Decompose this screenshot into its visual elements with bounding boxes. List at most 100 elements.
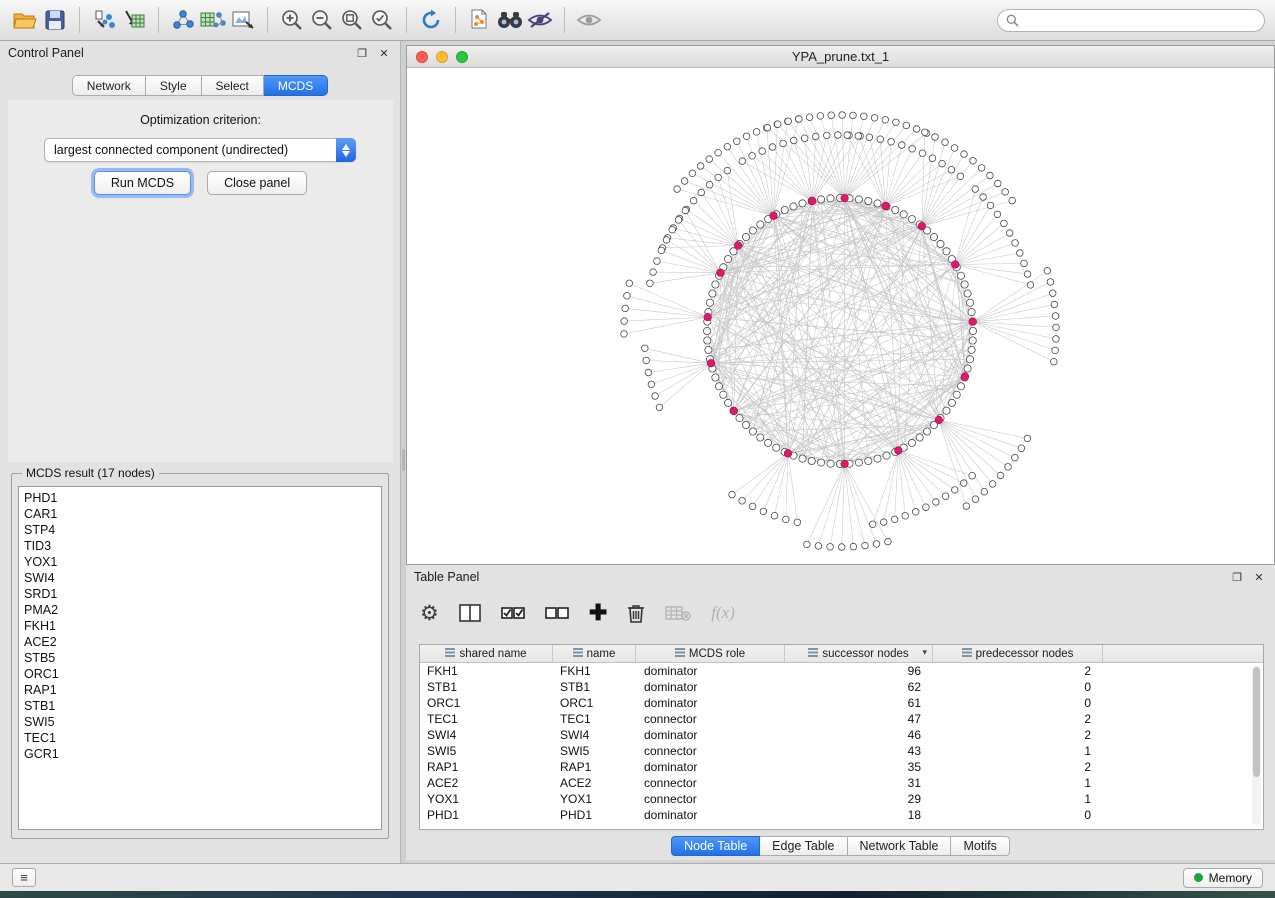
table-row[interactable]: STB1STB1dominator620 xyxy=(420,679,1263,695)
table-row[interactable]: ORC1ORC1dominator610 xyxy=(420,695,1263,711)
new-network-icon[interactable] xyxy=(168,5,198,35)
zoom-selected-icon[interactable] xyxy=(367,5,397,35)
mcds-result-item[interactable]: TID3 xyxy=(24,538,381,554)
mcds-result-item[interactable]: PHD1 xyxy=(24,490,381,506)
table-cell: 62 xyxy=(785,679,933,695)
column-header-successor-nodes[interactable]: successor nodes ▾ xyxy=(785,645,933,662)
mcds-result-item[interactable]: SWI4 xyxy=(24,570,381,586)
mcds-result-item[interactable]: ORC1 xyxy=(24,666,381,682)
column-header-label: shared name xyxy=(459,648,526,660)
delete-column-icon[interactable] xyxy=(627,599,645,627)
refresh-icon[interactable] xyxy=(416,5,446,35)
table-row[interactable]: YOX1YOX1connector291 xyxy=(420,791,1263,807)
mcds-result-item[interactable]: SRD1 xyxy=(24,586,381,602)
mcds-result-item[interactable]: TEC1 xyxy=(24,730,381,746)
clone-network-icon[interactable] xyxy=(465,5,495,35)
memory-button[interactable]: Memory xyxy=(1183,868,1263,888)
open-file-icon[interactable] xyxy=(10,5,40,35)
table-row[interactable]: SWI4SWI4dominator462 xyxy=(420,727,1263,743)
table-cell: 35 xyxy=(785,759,933,775)
tab-style[interactable]: Style xyxy=(146,75,202,96)
close-table-panel-icon[interactable]: ✕ xyxy=(1251,569,1267,585)
network-window-titlebar[interactable]: YPA_prune.txt_1 xyxy=(407,46,1274,68)
table-scrollbar[interactable] xyxy=(1252,665,1261,825)
mcds-result-item[interactable]: SWI5 xyxy=(24,714,381,730)
memory-status-dot xyxy=(1194,873,1203,882)
table-row[interactable]: TEC1TEC1connector472 xyxy=(420,711,1263,727)
network-workspace: YPA_prune.txt_1 Table Panel ❐ ✕ ⚙ xyxy=(406,41,1275,863)
table-cell: 0 xyxy=(933,807,1103,823)
mcds-result-item[interactable]: RAP1 xyxy=(24,682,381,698)
mcds-result-item[interactable]: STB5 xyxy=(24,650,381,666)
mcds-result-group-title: MCDS result (17 nodes) xyxy=(22,466,159,480)
table-cell: 43 xyxy=(785,743,933,759)
network-canvas[interactable] xyxy=(407,68,1274,564)
tab-network[interactable]: Network xyxy=(72,75,146,96)
mcds-result-item[interactable]: FKH1 xyxy=(24,618,381,634)
float-panel-icon[interactable]: ❐ xyxy=(354,45,370,61)
mcds-result-item[interactable]: STP4 xyxy=(24,522,381,538)
show-columns-icon[interactable] xyxy=(459,599,481,627)
tab-edge-table[interactable]: Edge Table xyxy=(760,836,847,856)
tab-network-table[interactable]: Network Table xyxy=(848,836,952,856)
mcds-result-list[interactable]: PHD1CAR1STP4TID3YOX1SWI4SRD1PMA2FKH1ACE2… xyxy=(18,486,382,830)
column-header-label: successor nodes xyxy=(822,648,908,660)
table-row[interactable]: FKH1FKH1dominator962 xyxy=(420,663,1263,679)
search-network-icon[interactable] xyxy=(495,5,525,35)
mcds-result-item[interactable]: STB1 xyxy=(24,698,381,714)
scrollbar-thumb[interactable] xyxy=(1253,667,1260,777)
dropdown-stepper-icon xyxy=(336,138,356,162)
tab-mcds[interactable]: MCDS xyxy=(264,75,328,96)
import-table-icon[interactable] xyxy=(119,5,149,35)
zoom-in-icon[interactable] xyxy=(277,5,307,35)
mcds-tab-content: Optimization criterion: largest connecte… xyxy=(8,100,393,462)
mcds-result-item[interactable]: GCR1 xyxy=(24,746,381,762)
mcds-result-item[interactable]: YOX1 xyxy=(24,554,381,570)
sort-chevron-icon[interactable]: ▾ xyxy=(922,647,927,658)
column-header-MCDS-role[interactable]: MCDS role xyxy=(636,645,785,662)
table-settings-gear-icon[interactable]: ⚙ xyxy=(420,599,439,627)
tab-motifs[interactable]: Motifs xyxy=(951,836,1009,856)
show-all-icon xyxy=(574,5,604,35)
mcds-result-item[interactable]: CAR1 xyxy=(24,506,381,522)
table-panel-title: Table Panel xyxy=(414,570,1223,584)
criterion-dropdown[interactable]: largest connected component (undirected) xyxy=(44,138,356,162)
table-cell: 2 xyxy=(933,663,1103,679)
mcds-result-item[interactable]: ACE2 xyxy=(24,634,381,650)
table-row[interactable]: RAP1RAP1dominator352 xyxy=(420,759,1263,775)
column-header-name[interactable]: name xyxy=(553,645,636,662)
import-network-icon[interactable] xyxy=(89,5,119,35)
table-cell: dominator xyxy=(636,807,785,823)
zoom-fit-icon[interactable] xyxy=(337,5,367,35)
tab-select[interactable]: Select xyxy=(202,75,264,96)
status-menu-icon[interactable]: ≡ xyxy=(12,868,36,887)
table-row[interactable]: PHD1PHD1dominator180 xyxy=(420,807,1263,823)
network-from-table-icon[interactable] xyxy=(198,5,228,35)
column-header-shared-name[interactable]: shared name xyxy=(420,645,553,662)
table-row[interactable]: SWI5SWI5connector431 xyxy=(420,743,1263,759)
run-mcds-button[interactable]: Run MCDS xyxy=(94,171,191,195)
deselect-all-rows-icon[interactable] xyxy=(545,599,569,627)
column-header-predecessor-nodes[interactable]: predecessor nodes xyxy=(933,645,1103,662)
table-cell: SWI4 xyxy=(420,727,553,743)
add-column-icon[interactable]: ✚ xyxy=(589,599,607,627)
hide-selected-icon[interactable] xyxy=(525,5,555,35)
table-row[interactable]: ACE2ACE2connector311 xyxy=(420,775,1263,791)
save-session-icon[interactable] xyxy=(40,5,70,35)
mcds-result-item[interactable]: PMA2 xyxy=(24,602,381,618)
zoom-out-icon[interactable] xyxy=(307,5,337,35)
desktop-background-strip xyxy=(0,891,1275,898)
export-image-icon[interactable] xyxy=(228,5,258,35)
close-panel-icon[interactable]: ✕ xyxy=(376,45,392,61)
select-all-rows-icon[interactable] xyxy=(501,599,525,627)
search-input[interactable] xyxy=(1024,13,1256,27)
tab-node-table[interactable]: Node Table xyxy=(671,836,760,856)
close-panel-button[interactable]: Close panel xyxy=(207,171,307,195)
float-table-panel-icon[interactable]: ❐ xyxy=(1229,569,1245,585)
network-nodes[interactable] xyxy=(621,112,1060,551)
table-cell: RAP1 xyxy=(420,759,553,775)
table-cell: 96 xyxy=(785,663,933,679)
toolbar-separator xyxy=(267,7,268,33)
table-cell: PHD1 xyxy=(420,807,553,823)
global-search-box[interactable] xyxy=(997,9,1265,32)
